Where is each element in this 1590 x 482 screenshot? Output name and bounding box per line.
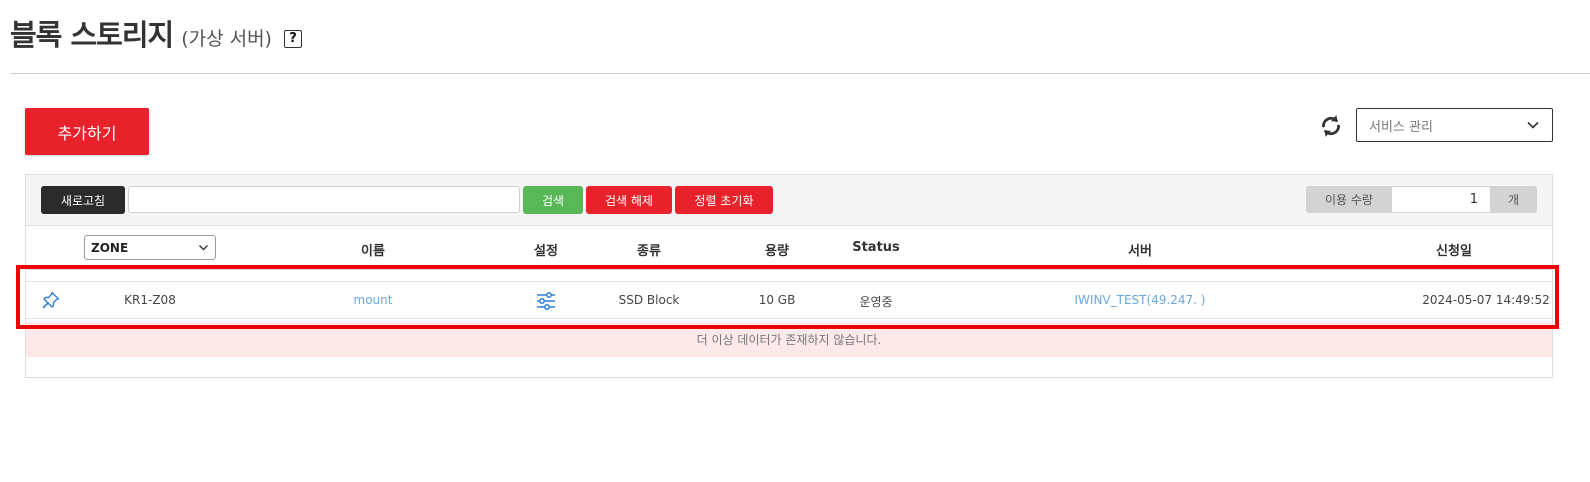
clear-search-button[interactable]: 검색 해제 (586, 186, 672, 214)
page-title: 블록 스토리지 (10, 18, 174, 52)
zone-filter-value: ZONE (91, 240, 129, 255)
row-server-link[interactable]: IWINV_TEST(49.247. ) (1075, 293, 1206, 307)
table-row: KR1-Z08 mount SSD Block 10 GB 운영중 IWINV_… (26, 281, 1552, 319)
settings-sliders-icon[interactable] (536, 292, 556, 310)
usage-quantity: 이용 수량 1 개 (1306, 186, 1537, 213)
column-header-capacity[interactable]: 용량 (765, 240, 789, 259)
search-button[interactable]: 검색 (523, 186, 583, 214)
refresh-button[interactable]: 새로고침 (41, 186, 125, 214)
storage-panel: 새로고침 검색 검색 해제 정렬 초기화 이용 수량 1 개 ZONE 이름 설… (25, 174, 1553, 378)
row-date: 2024-05-07 14:49:52 (1422, 293, 1550, 307)
page-header: 블록 스토리지 (가상 서버) ? (10, 12, 302, 62)
column-header-status[interactable]: Status (852, 240, 900, 255)
column-header-server[interactable]: 서버 (1128, 240, 1152, 259)
help-icon[interactable]: ? (283, 29, 302, 48)
empty-message: 더 이상 데이터가 존재하지 않습니다. (696, 333, 882, 347)
empty-message-row: 더 이상 데이터가 존재하지 않습니다. (26, 322, 1552, 357)
search-input[interactable] (128, 186, 520, 213)
add-button[interactable]: 추가하기 (25, 108, 149, 155)
refresh-icon[interactable] (1318, 113, 1344, 139)
table-header: ZONE 이름 설정 종류 용량 Status 서버 신청일 (26, 226, 1552, 270)
column-header-settings: 설정 (534, 244, 558, 259)
column-header-date[interactable]: 신청일 (1436, 240, 1472, 259)
row-type: SSD Block (618, 293, 680, 307)
page-subtitle: (가상 서버) (181, 28, 272, 50)
service-manage-select[interactable]: 서비스 관리 (1356, 108, 1553, 142)
zone-filter-select[interactable]: ZONE (84, 235, 216, 260)
chevron-down-icon (1527, 121, 1539, 129)
toolbar: 새로고침 검색 검색 해제 정렬 초기화 이용 수량 1 개 (26, 175, 1552, 226)
column-header-type[interactable]: 종류 (637, 240, 661, 259)
column-header-name[interactable]: 이름 (361, 240, 385, 259)
row-status: 운영중 (859, 295, 893, 309)
row-name-link[interactable]: mount (354, 293, 393, 307)
usage-unit: 개 (1490, 186, 1537, 213)
pin-icon[interactable] (42, 291, 60, 309)
reset-sort-button[interactable]: 정렬 초기화 (675, 186, 773, 214)
row-capacity: 10 GB (758, 293, 796, 307)
usage-value: 1 (1392, 186, 1490, 213)
header-divider (10, 73, 1590, 74)
usage-label: 이용 수량 (1306, 186, 1392, 213)
row-zone: KR1-Z08 (124, 293, 176, 307)
chevron-down-icon (199, 245, 208, 251)
service-manage-value: 서비스 관리 (1369, 119, 1433, 135)
